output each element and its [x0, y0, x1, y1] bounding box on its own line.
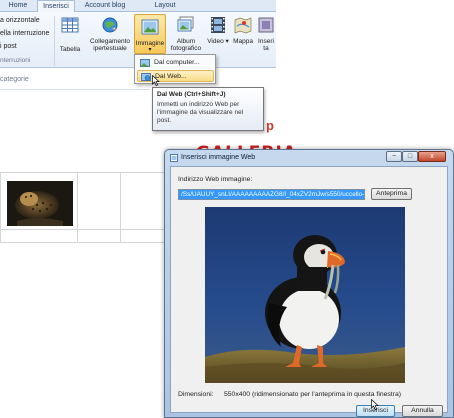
image-button-label: Immagine: [135, 40, 165, 47]
from-web-tooltip: Dal Web (Ctrl+Shift+J) Immetti un indiri…: [152, 87, 264, 131]
dialog-title: Inserisci immagine Web: [181, 154, 256, 161]
video-button[interactable]: Video ▾: [207, 16, 229, 45]
table-button[interactable]: Tabella: [57, 16, 83, 53]
table-cell[interactable]: [0, 229, 78, 243]
tooltip-title: Dal Web (Ctrl+Shift+J): [157, 91, 226, 98]
puffin-preview-image: [205, 207, 405, 383]
tab-layout[interactable]: Layout: [140, 0, 190, 12]
maximize-button[interactable]: □: [402, 151, 418, 162]
window-app-icon: [170, 154, 178, 162]
map-icon: [234, 17, 252, 34]
photo-album-icon: [177, 16, 194, 32]
dimensions-label: Dimensioni:: [178, 391, 214, 398]
leopard-thumbnail-image[interactable]: [7, 181, 73, 226]
tab-home[interactable]: Home: [0, 0, 36, 12]
insert-extra-button-label: Inseri ta: [258, 38, 274, 52]
tab-account-blog[interactable]: Account blog: [76, 0, 134, 12]
picture-icon: [141, 19, 159, 35]
ribbon-item-horizontal-line[interactable]: a orizzontale: [0, 17, 40, 24]
categories-field[interactable]: categorie: [0, 76, 29, 83]
tooltip-body: Immetti un indirizzo Web per l'immagine …: [157, 101, 244, 124]
dialog-content: Indirizzo Web immagine: /Ss/UAUUY_snLI/A…: [170, 166, 448, 417]
table-icon: [61, 17, 79, 33]
dimensions-value: 550x400 (ridimensionato per l'anteprima …: [224, 391, 401, 398]
table-cell[interactable]: [77, 172, 121, 230]
table-cell[interactable]: [120, 172, 166, 230]
chevron-down-icon: ▾: [148, 47, 152, 53]
globe-link-icon: [102, 17, 118, 33]
minimize-button[interactable]: −: [386, 151, 402, 162]
cancel-button[interactable]: Annulla: [402, 405, 443, 417]
mouse-pointer-icon: [152, 75, 160, 86]
insert-icon: [258, 17, 274, 33]
ribbon-item-post-break[interactable]: i post: [0, 43, 17, 50]
url-label: Indirizzo Web immagine:: [178, 176, 253, 183]
insert-web-image-dialog: Inserisci immagine Web − □ x Indirizzo W…: [164, 149, 454, 418]
chevron-down-icon: ▾: [225, 38, 229, 45]
image-button[interactable]: Immagine ▾: [134, 14, 166, 54]
hyperlink-button-label: Collegamento ipertestuale: [89, 38, 131, 52]
ribbon-separator: [54, 16, 55, 66]
table-cell[interactable]: [120, 229, 166, 243]
divider: [0, 89, 150, 90]
map-button[interactable]: Mappa: [231, 16, 255, 45]
photo-album-button-label: Album fotografico: [170, 38, 202, 52]
table-button-label: Tabella: [59, 46, 81, 53]
image-url-input[interactable]: /Ss/UAUUY_snLI/AAAAAAAAAZG8/I_04xZV2mJw/…: [178, 189, 365, 200]
photo-album-button[interactable]: Album fotografico: [168, 16, 204, 52]
ribbon-tab-bar: Home Inserisci Account blog Layout: [0, 0, 276, 13]
computer-picture-icon: [140, 59, 150, 67]
menu-item-from-computer[interactable]: Dal computer...: [137, 57, 214, 69]
image-source-menu: Dal computer... Dal Web...: [134, 54, 216, 84]
map-button-label: Mappa: [233, 38, 253, 45]
hyperlink-button[interactable]: Collegamento ipertestuale: [87, 16, 133, 52]
insert-extra-button[interactable]: Inseri ta: [256, 16, 276, 52]
video-button-label: Video ▾: [207, 38, 229, 45]
preview-button[interactable]: Anteprima: [371, 188, 412, 200]
mouse-pointer-icon: [371, 399, 379, 410]
ribbon-group-label-breaks: nterruzioni: [0, 57, 31, 64]
table-cell[interactable]: [77, 229, 121, 243]
menu-item-from-web[interactable]: Dal Web...: [137, 70, 214, 82]
post-title-fragment: p: [266, 118, 274, 133]
web-picture-icon: [141, 73, 151, 81]
ribbon-item-page-break[interactable]: ella interruzione: [0, 30, 49, 37]
close-button[interactable]: x: [418, 151, 446, 162]
film-icon: [211, 17, 225, 33]
